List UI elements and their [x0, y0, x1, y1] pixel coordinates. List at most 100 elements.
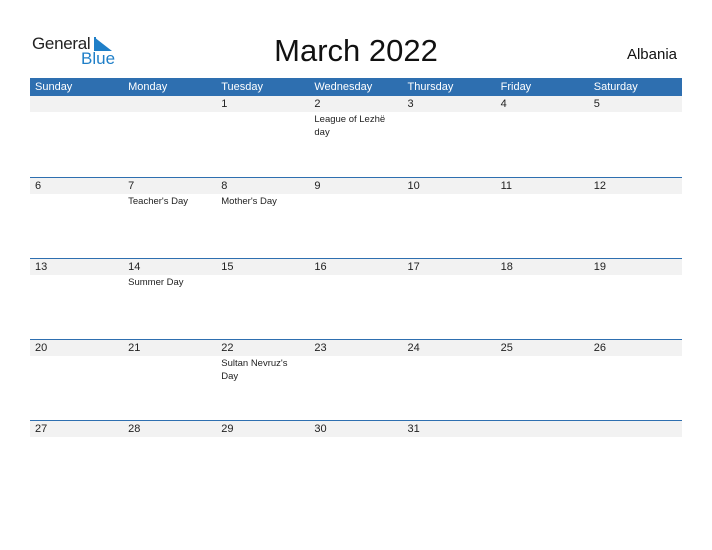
day-number: 12: [593, 180, 606, 192]
weekday-friday: Friday: [500, 81, 532, 93]
week-row: 1 2 League of Lezhë day 3 4 5: [30, 96, 682, 177]
day-number: 19: [593, 261, 606, 273]
day-cell: 2 League of Lezhë day: [309, 96, 402, 139]
day-cell: [496, 421, 589, 438]
country-label: Albania: [626, 46, 677, 63]
day-number: 29: [221, 423, 234, 435]
day-cell: 18: [496, 259, 589, 289]
holiday-label: [594, 356, 674, 357]
holiday-label: Sultan Nevruz's Day: [221, 358, 288, 382]
holiday-label: [128, 356, 208, 357]
day-number: [594, 421, 682, 437]
holiday-label: [35, 112, 115, 113]
day-cell: 4: [496, 96, 589, 139]
day-number: 30: [314, 423, 327, 435]
day-cell: 14 Summer Day: [123, 259, 216, 289]
holiday-label: Mother's Day: [221, 196, 277, 207]
day-cell: 10: [403, 178, 496, 208]
day-cell: 12: [589, 178, 682, 208]
holiday-label: [408, 275, 488, 276]
week-row: 6 7 Teacher's Day 8 Mother's Day 9 10 11 12: [30, 177, 682, 259]
holiday-label: [594, 112, 674, 113]
day-cell: 7 Teacher's Day: [123, 178, 216, 208]
weekday-monday: Monday: [128, 81, 168, 93]
day-cell: 23: [309, 340, 402, 383]
day-number: 31: [407, 423, 420, 435]
day-number: [35, 96, 123, 112]
holiday-label: [501, 275, 581, 276]
holiday-label: [501, 194, 581, 195]
holiday-label: League of Lezhë day: [314, 114, 386, 138]
holiday-label: [35, 437, 115, 438]
day-number: 20: [35, 342, 48, 354]
day-number: 16: [314, 261, 327, 273]
holiday-label: [408, 194, 488, 195]
day-number: 17: [407, 261, 420, 273]
week-row: 27 28 29 30 31: [30, 420, 682, 502]
day-cell: 17: [403, 259, 496, 289]
day-number: 18: [500, 261, 513, 273]
holiday-label: [128, 112, 208, 113]
day-number: 11: [500, 180, 513, 192]
day-number: 7: [128, 180, 135, 192]
holiday-label: [501, 112, 581, 113]
holiday-label: [408, 437, 488, 438]
day-number: 13: [35, 261, 48, 273]
day-cell: 8 Mother's Day: [216, 178, 309, 208]
day-number: 26: [593, 342, 606, 354]
holiday-label: [594, 437, 674, 438]
day-number: 2: [314, 98, 321, 110]
day-cell: 21: [123, 340, 216, 383]
holiday-label: [408, 112, 488, 113]
holiday-label: Summer Day: [128, 277, 184, 288]
holiday-label: [501, 356, 581, 357]
day-number: 14: [128, 261, 141, 273]
day-cell: 25: [496, 340, 589, 383]
day-number: 6: [35, 180, 42, 192]
day-cell: 19: [589, 259, 682, 289]
day-number: 8: [221, 180, 228, 192]
day-cell: 1: [216, 96, 309, 139]
day-cell: 20: [30, 340, 123, 383]
weekday-sunday: Sunday: [35, 81, 73, 93]
day-cell: 28: [123, 421, 216, 438]
day-number: 25: [500, 342, 513, 354]
day-number: 27: [35, 423, 48, 435]
day-number: 23: [314, 342, 327, 354]
day-cell: 15: [216, 259, 309, 289]
day-number: 21: [128, 342, 141, 354]
holiday-label: [594, 275, 674, 276]
holiday-label: [314, 275, 394, 276]
calendar-title: March 2022: [274, 33, 438, 68]
week-row: 13 14 Summer Day 15 16 17 18 19: [30, 258, 682, 340]
holiday-label: [408, 356, 488, 357]
day-cell: [589, 421, 682, 438]
holiday-label: [221, 275, 301, 276]
day-cell: [30, 96, 123, 139]
day-cell: 30: [309, 421, 402, 438]
day-number: [501, 421, 589, 437]
day-cell: 24: [403, 340, 496, 383]
holiday-label: [501, 437, 581, 438]
holiday-label: [128, 437, 208, 438]
day-cell: 13: [30, 259, 123, 289]
day-number: 28: [128, 423, 141, 435]
holiday-label: [314, 356, 394, 357]
day-number: 4: [500, 98, 507, 110]
day-number: 3: [407, 98, 414, 110]
day-cell: 3: [403, 96, 496, 139]
day-number: 10: [407, 180, 420, 192]
day-cell: 26: [589, 340, 682, 383]
holiday-label: [35, 275, 115, 276]
day-number: [128, 96, 216, 112]
holiday-label: [221, 437, 301, 438]
holiday-label: [35, 356, 115, 357]
weekday-thursday: Thursday: [407, 81, 454, 93]
day-number: 1: [221, 98, 228, 110]
day-cell: 27: [30, 421, 123, 438]
holiday-label: [314, 194, 394, 195]
day-cell: 11: [496, 178, 589, 208]
day-cell: 5: [589, 96, 682, 139]
day-cell: 6: [30, 178, 123, 208]
day-cell: 16: [309, 259, 402, 289]
